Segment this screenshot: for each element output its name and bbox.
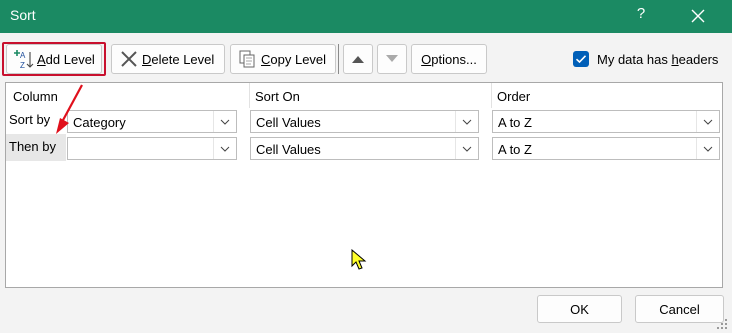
resize-grip-icon[interactable]	[716, 318, 728, 330]
copy-icon	[239, 50, 255, 68]
dropdown-value: Cell Values	[256, 115, 321, 130]
dropdown-value: Category	[73, 115, 126, 130]
move-up-button[interactable]	[343, 44, 373, 74]
options-button[interactable]: Options...	[411, 44, 487, 74]
dropdown-value: A to Z	[498, 115, 532, 130]
sort-by-label: Sort by	[9, 112, 51, 127]
chevron-down-icon	[455, 111, 478, 132]
sort-by-order-dropdown[interactable]: A to Z	[492, 110, 720, 133]
copy-level-button[interactable]: Copy Level	[230, 44, 336, 74]
dialog-title: Sort	[10, 7, 36, 23]
then-by-order-dropdown[interactable]: A to Z	[492, 137, 720, 160]
cancel-button[interactable]: Cancel	[635, 295, 724, 323]
delete-level-button[interactable]: Delete Level	[111, 44, 225, 74]
chevron-down-icon	[213, 111, 236, 132]
close-button[interactable]	[683, 3, 713, 29]
then-by-sort-on-dropdown[interactable]: Cell Values	[250, 137, 479, 160]
delete-icon	[121, 51, 137, 67]
chevron-down-icon	[696, 138, 719, 159]
dropdown-value: Cell Values	[256, 142, 321, 157]
chevron-down-icon	[696, 111, 719, 132]
title-bar: Sort ?	[0, 0, 732, 33]
then-by-label: Then by	[9, 139, 56, 154]
order-header: Order	[497, 89, 531, 104]
help-button[interactable]: ?	[631, 5, 651, 22]
then-by-column-dropdown[interactable]	[67, 137, 237, 160]
toolbar-divider	[338, 44, 339, 74]
chevron-down-icon	[213, 138, 236, 159]
delete-level-label: Delete Level	[142, 51, 215, 67]
add-level-label: Add Level	[37, 51, 95, 67]
move-down-button[interactable]	[377, 44, 407, 74]
svg-text:A: A	[20, 51, 26, 60]
copy-level-label: Copy Level	[261, 51, 327, 67]
sort-by-column-dropdown[interactable]: Category	[67, 110, 237, 133]
add-level-button[interactable]: A Z Add Level	[6, 44, 102, 74]
triangle-up-icon	[352, 56, 364, 63]
header-divider	[249, 83, 250, 108]
header-divider	[491, 83, 492, 108]
mouse-cursor-icon	[351, 249, 367, 270]
headers-checkbox-label[interactable]: My data has headers	[597, 52, 718, 67]
add-level-icon: A Z	[14, 50, 34, 70]
headers-checkbox[interactable]	[573, 51, 589, 67]
sort-by-sort-on-dropdown[interactable]: Cell Values	[250, 110, 479, 133]
options-label: Options...	[421, 51, 477, 67]
column-header: Column	[13, 89, 58, 104]
svg-text:Z: Z	[20, 61, 25, 70]
dropdown-value: A to Z	[498, 142, 532, 157]
triangle-down-icon	[386, 55, 398, 62]
ok-button[interactable]: OK	[537, 295, 622, 323]
chevron-down-icon	[455, 138, 478, 159]
close-icon	[691, 9, 705, 23]
checkmark-icon	[575, 55, 587, 64]
sort-on-header: Sort On	[255, 89, 300, 104]
